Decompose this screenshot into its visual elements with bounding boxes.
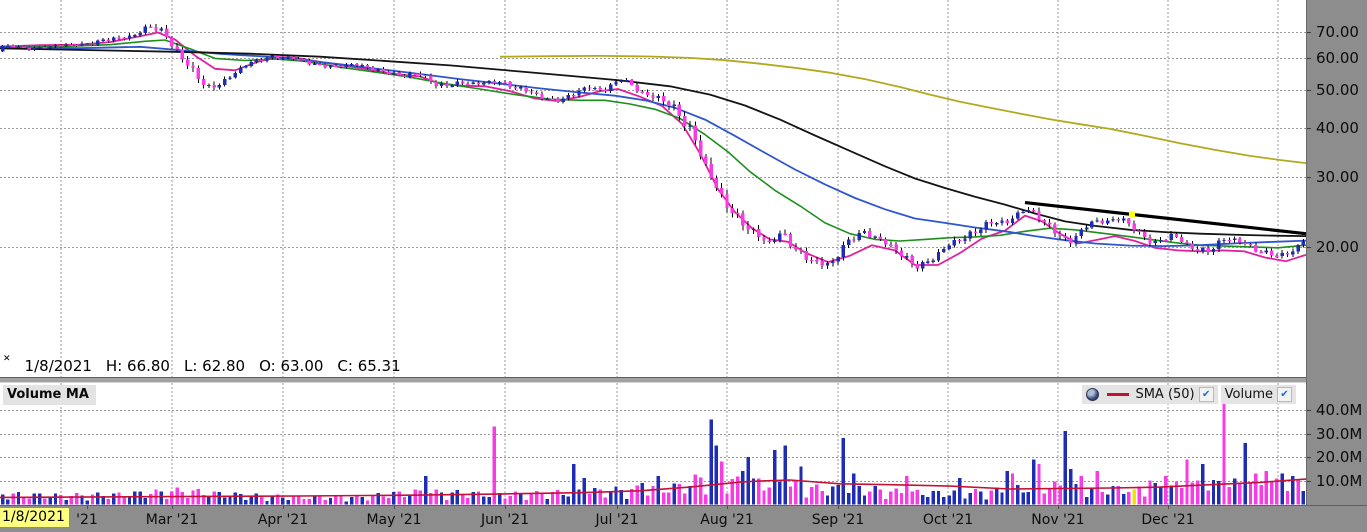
sma-line-sample — [1107, 393, 1129, 396]
date-tick-label: Jul '21 — [595, 512, 638, 528]
axis-tick — [1307, 128, 1311, 129]
date-axis[interactable]: 1/8/2021 '21 Mar '21 Apr '21 May '21 Jun '21… — [0, 505, 1367, 532]
price-chart-pane[interactable]: ✕ 1/8/2021 H: 66.80 L: 62.80 O: 63.00 C:… — [0, 0, 1306, 377]
price-tick-label: 70.00 — [1316, 23, 1359, 41]
date-tick-label: Nov '21 — [1031, 512, 1084, 528]
chart-window: ✕ 1/8/2021 H: 66.80 L: 62.80 O: 63.00 C:… — [0, 0, 1367, 532]
axis-tick — [1307, 410, 1311, 411]
date-tick-label: '21 — [76, 512, 98, 528]
globe-icon[interactable] — [1086, 388, 1099, 401]
sma-legend-chip[interactable]: SMA (50) ✔ — [1082, 385, 1217, 404]
axis-tick — [1168, 506, 1169, 509]
axis-tick — [1307, 481, 1311, 482]
axis-tick — [283, 506, 284, 509]
ohlc-open: O: 63.00 — [259, 357, 323, 375]
axis-tick — [1307, 32, 1311, 33]
date-tick-label: Apr '21 — [258, 512, 308, 528]
date-tick-label: Jun '21 — [481, 512, 529, 528]
volume-tick-label: 20.0M — [1316, 448, 1362, 466]
axis-tick — [838, 506, 839, 509]
axis-tick — [1307, 434, 1311, 435]
volume-pane-title[interactable]: Volume MA — [3, 385, 96, 405]
price-axis[interactable]: 70.00 60.00 50.00 40.00 30.00 20.00 40.0M 30.0M… — [1306, 0, 1367, 505]
axis-tick — [1307, 58, 1311, 59]
trendline-handle[interactable] — [1129, 211, 1135, 217]
sma-visibility-checkbox[interactable]: ✔ — [1199, 387, 1214, 402]
volume-tick-label: 10.0M — [1316, 472, 1362, 490]
axis-tick — [1058, 506, 1059, 509]
price-chart-canvas[interactable] — [0, 0, 1306, 377]
ohlc-high: H: 66.80 — [106, 357, 170, 375]
date-tick-label: Dec '21 — [1141, 512, 1194, 528]
axis-tick — [948, 506, 949, 509]
volume-legend-chip[interactable]: Volume ✔ — [1221, 385, 1296, 404]
remove-indicator-icon[interactable]: ✕ — [3, 354, 11, 364]
volume-legend: SMA (50) ✔ Volume ✔ — [1082, 385, 1296, 404]
volume-tick-label: 30.0M — [1316, 425, 1362, 443]
date-tick-label: May '21 — [366, 512, 421, 528]
volume-tick-label: 40.0M — [1316, 401, 1362, 419]
axis-tick — [1307, 177, 1311, 178]
ma-line-ma-200 — [500, 56, 1306, 163]
ma-line-ma-mid — [0, 40, 1306, 248]
axis-tick — [1307, 247, 1311, 248]
axis-tick — [505, 506, 506, 509]
volume-visibility-checkbox[interactable]: ✔ — [1277, 387, 1292, 402]
volume-legend-label: Volume — [1225, 387, 1273, 402]
axis-tick — [1307, 90, 1311, 91]
price-tick-label: 20.00 — [1316, 238, 1359, 256]
price-tick-label: 40.00 — [1316, 119, 1359, 137]
date-tick-label: Oct '21 — [923, 512, 973, 528]
ma-line-ma-slow — [0, 47, 1306, 246]
axis-tick — [394, 506, 395, 509]
axis-tick — [172, 506, 173, 509]
date-tick-label: Aug '21 — [700, 512, 753, 528]
axis-tick — [87, 506, 88, 509]
price-tick-label: 30.00 — [1316, 168, 1359, 186]
axis-tick — [1307, 457, 1311, 458]
price-tick-label: 60.00 — [1316, 49, 1359, 67]
ohlc-info-bar: ✕ 1/8/2021 H: 66.80 L: 62.80 O: 63.00 C:… — [3, 356, 415, 375]
date-tick-label: Sep '21 — [812, 512, 865, 528]
axis-tick — [727, 506, 728, 509]
ma-line-ma-fast — [0, 33, 1306, 266]
selected-date-chip: 1/8/2021 — [0, 508, 69, 527]
ohlc-close: C: 65.31 — [337, 357, 400, 375]
date-tick-label: Mar '21 — [146, 512, 199, 528]
price-tick-label: 50.00 — [1316, 81, 1359, 99]
moving-averages-layer — [0, 33, 1306, 266]
axis-tick — [617, 506, 618, 509]
ohlc-low: L: 62.80 — [184, 357, 245, 375]
volume-bars-layer — [1, 389, 1305, 505]
ohlc-date: 1/8/2021 — [25, 357, 92, 375]
sma-legend-label: SMA (50) — [1135, 387, 1194, 402]
ma-line-ma-slower — [0, 48, 1306, 236]
